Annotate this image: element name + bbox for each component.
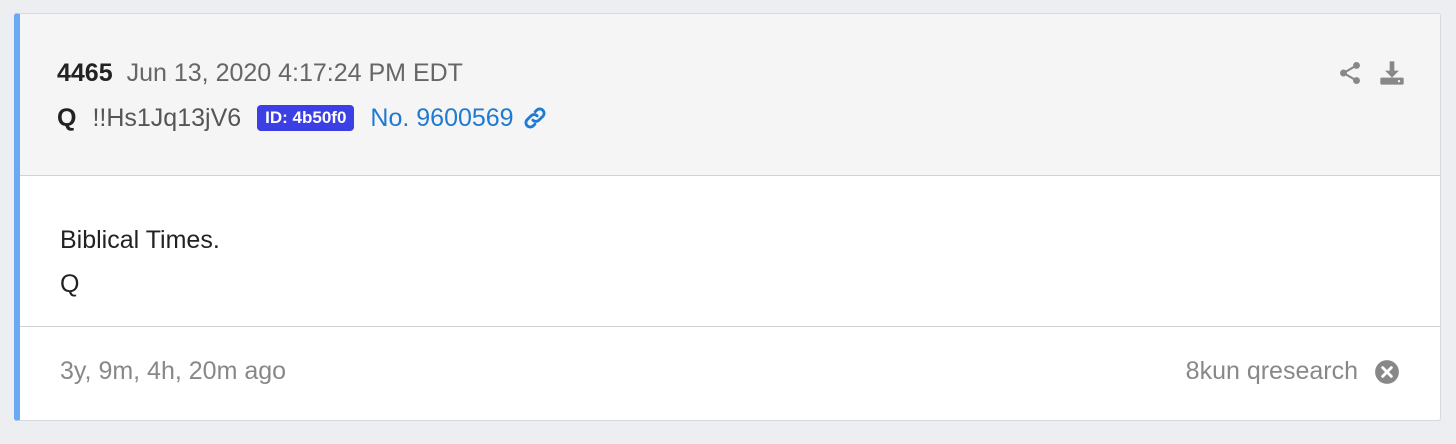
- post-age: 3y, 9m, 4h, 20m ago: [60, 357, 287, 385]
- close-circle-icon[interactable]: [1374, 359, 1400, 385]
- tripcode: !!Hs1Jq13jV6: [92, 103, 242, 132]
- post-header: 4465 Jun 13, 2020 4:17:24 PM EDT Q !!Hs1…: [20, 14, 1440, 176]
- id-badge: ID: 4b50f0: [257, 105, 355, 131]
- post-number: 4465: [57, 58, 113, 87]
- post-body-line: Q: [60, 270, 80, 298]
- share-icon[interactable]: [1335, 58, 1365, 88]
- download-icon[interactable]: [1377, 58, 1407, 88]
- post-timestamp: Jun 13, 2020 4:17:24 PM EDT: [126, 58, 463, 87]
- post-body: Biblical Times. Q: [20, 176, 1440, 327]
- header-actions: [1323, 58, 1407, 88]
- post-source: 8kun qresearch: [1186, 357, 1400, 386]
- post-body-line: Biblical Times.: [60, 226, 220, 254]
- author-name: Q: [57, 103, 77, 132]
- post-number-link[interactable]: No. 9600569: [370, 104, 547, 133]
- post-footer: 3y, 9m, 4h, 20m ago 8kun qresearch: [20, 327, 1440, 420]
- post-author-row: Q !!Hs1Jq13jV6 ID: 4b50f0 No. 9600569: [57, 102, 548, 134]
- post-card: 4465 Jun 13, 2020 4:17:24 PM EDT Q !!Hs1…: [14, 13, 1441, 421]
- link-icon: [522, 105, 548, 131]
- post-meta: 4465 Jun 13, 2020 4:17:24 PM EDT: [57, 58, 463, 88]
- source-label: 8kun qresearch: [1185, 357, 1358, 385]
- post-link-label: No. 9600569: [370, 103, 514, 132]
